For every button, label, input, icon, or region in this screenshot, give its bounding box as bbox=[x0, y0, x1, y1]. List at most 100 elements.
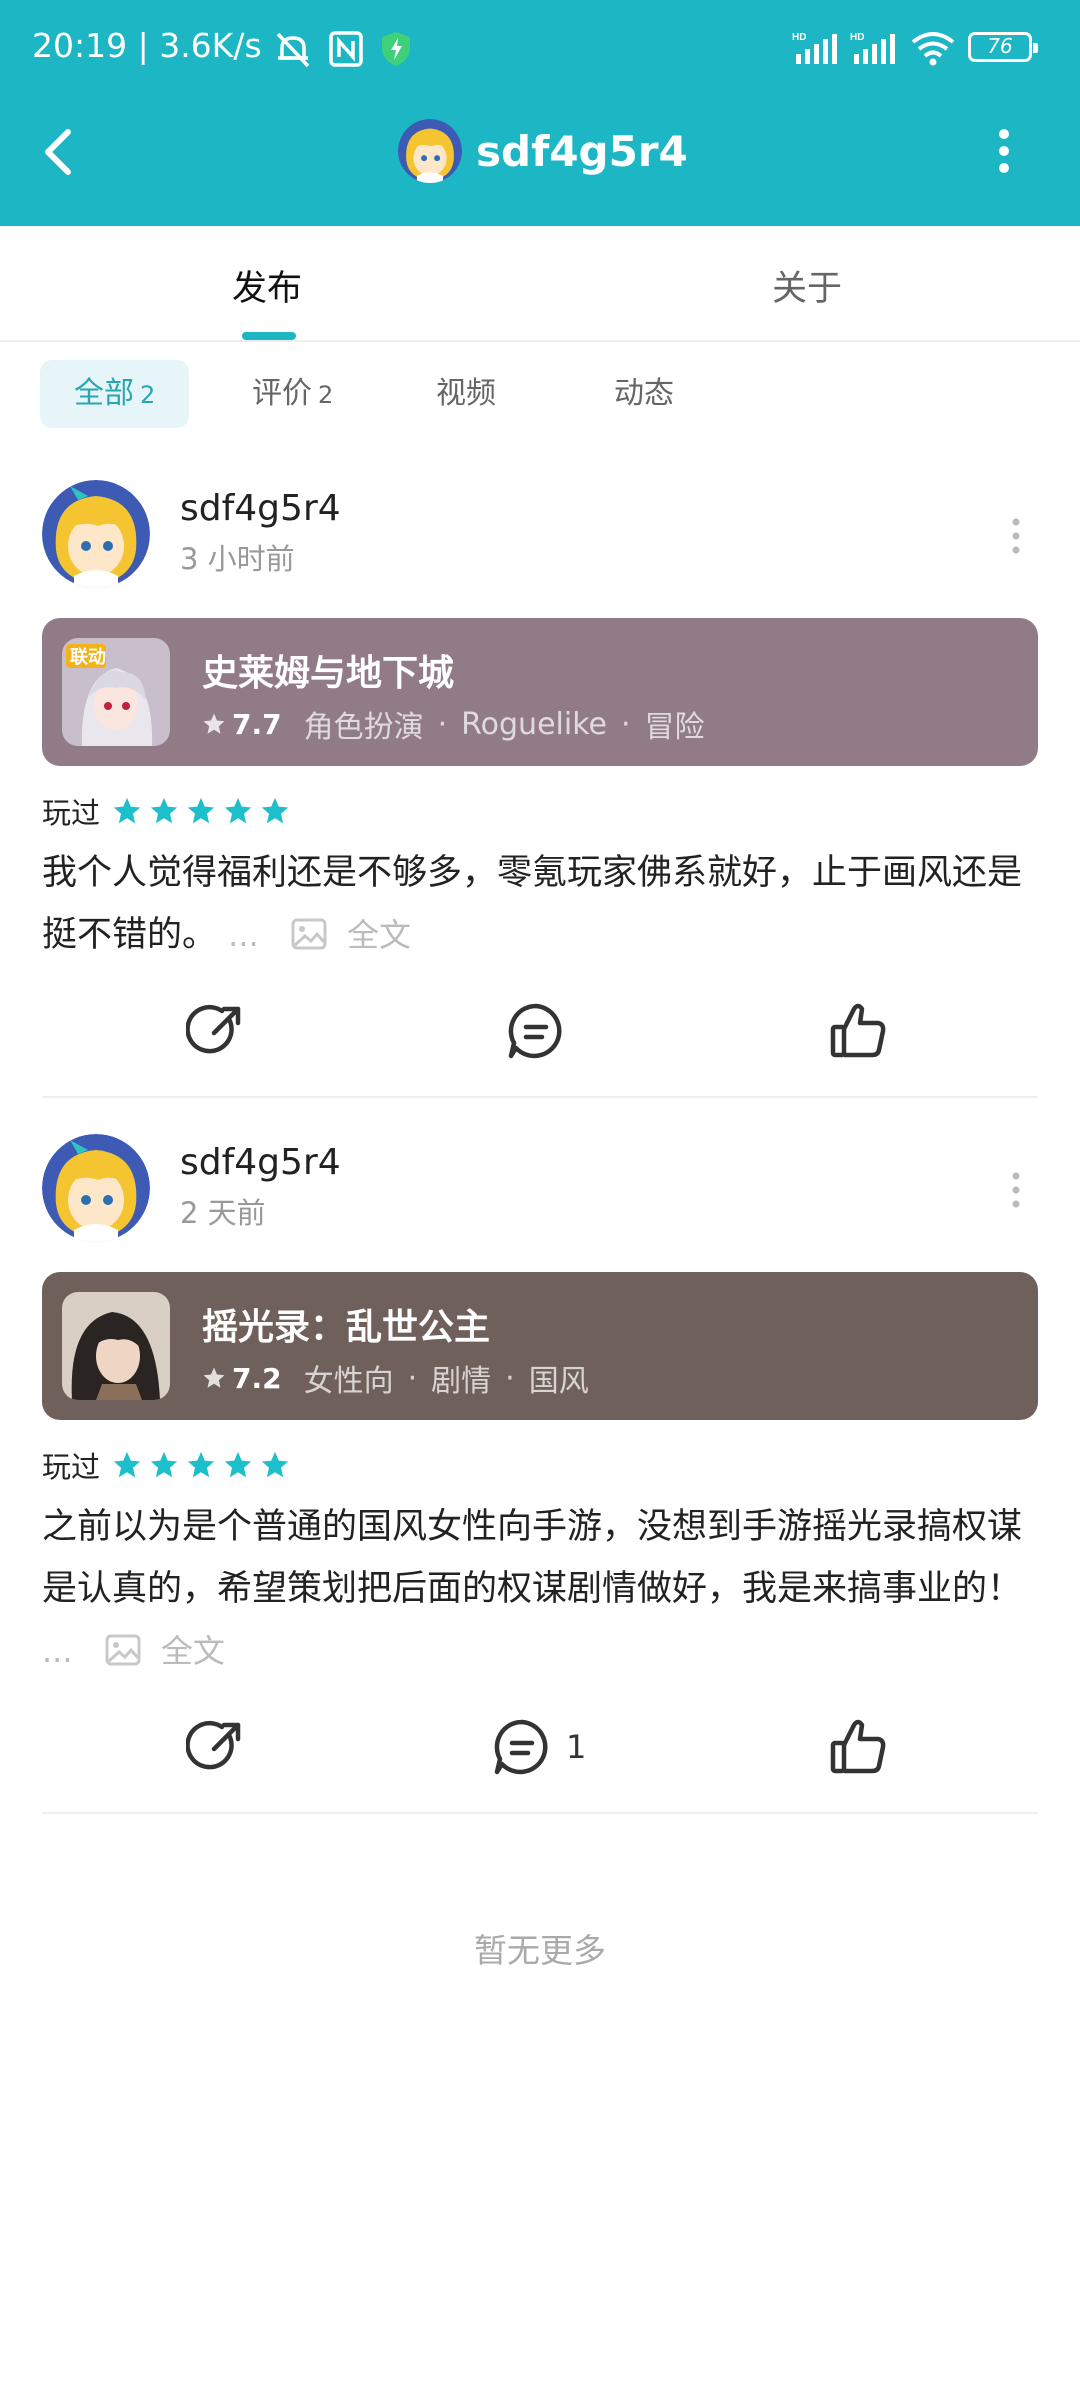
game-tag: 角色扮演 bbox=[303, 710, 424, 745]
avatar[interactable] bbox=[398, 119, 462, 183]
security-shield-icon bbox=[382, 32, 410, 66]
divider bbox=[42, 1812, 1038, 1814]
score-star-icon bbox=[203, 713, 225, 734]
star-icon bbox=[150, 1451, 178, 1478]
filter-reviews-count: 2 bbox=[318, 381, 334, 409]
game-tag: 女性向 bbox=[303, 1364, 394, 1399]
post-actions: 1 bbox=[0, 1712, 1080, 1782]
filter-videos[interactable]: 视频 bbox=[402, 360, 530, 428]
profile-tabs: 发布 关于 bbox=[0, 226, 1080, 342]
star-icon bbox=[224, 1451, 252, 1478]
filter-moments-label: 动态 bbox=[614, 376, 674, 411]
page-title: sdf4g5r4 bbox=[476, 126, 688, 176]
share-button[interactable] bbox=[186, 1712, 246, 1782]
post-more-icon[interactable] bbox=[1008, 516, 1024, 556]
review-body: 之前以为是个普通的国风女性向手游，没想到手游摇光录搞权谋是认真的，希望策划把后面… bbox=[42, 1507, 1023, 1609]
no-more-text: 暂无更多 bbox=[474, 1931, 606, 1970]
rating-row: 玩过 bbox=[42, 1444, 297, 1486]
divider bbox=[42, 1096, 1038, 1098]
game-meta: 7.2 女性向 · 剧情 · 国风 bbox=[202, 1356, 589, 1400]
status-bar: 20:19 | 3.6K/s HD HD 76 bbox=[0, 0, 1080, 96]
share-button[interactable] bbox=[186, 996, 246, 1066]
filter-moments[interactable]: 动态 bbox=[580, 360, 708, 428]
game-card[interactable]: 摇光录：乱世公主 7.2 女性向 · 剧情 · 国风 bbox=[42, 1272, 1038, 1420]
filter-videos-label: 视频 bbox=[436, 376, 496, 411]
filter-reviews[interactable]: 评价 2 bbox=[218, 360, 367, 428]
battery-indicator: 76 bbox=[968, 32, 1038, 62]
game-name: 史莱姆与地下城 bbox=[202, 653, 455, 694]
mute-icon bbox=[276, 32, 310, 68]
rating-row: 玩过 bbox=[42, 790, 297, 832]
post-time: 3 小时前 bbox=[180, 542, 295, 576]
avatar[interactable] bbox=[42, 1134, 150, 1242]
game-icon: 联动 bbox=[62, 638, 170, 746]
played-label: 玩过 bbox=[42, 796, 101, 830]
star-icon bbox=[261, 797, 289, 824]
svg-text:HD: HD bbox=[792, 32, 806, 43]
game-tag: Roguelike bbox=[461, 706, 607, 742]
game-tag: 剧情 bbox=[431, 1364, 492, 1399]
tab-publish[interactable]: 发布 bbox=[232, 260, 302, 311]
played-label: 玩过 bbox=[42, 1450, 101, 1484]
star-icon bbox=[113, 797, 141, 824]
filter-all-label: 全部 bbox=[74, 376, 134, 411]
thumbs-up-icon bbox=[830, 1719, 886, 1774]
signal-hd-icon-2: HD bbox=[850, 32, 895, 64]
svg-text:HD: HD bbox=[850, 32, 864, 43]
avatar[interactable] bbox=[42, 480, 150, 588]
comment-icon bbox=[494, 1719, 548, 1775]
back-arrow-icon[interactable] bbox=[38, 126, 78, 178]
post-card: sdf4g5r4 2 天前 摇光录：乱世公主 7.2 女性向 · 剧情 · 国风… bbox=[0, 1132, 1080, 1822]
signal-hd-icon: HD bbox=[792, 32, 837, 64]
active-tab-indicator bbox=[242, 332, 296, 340]
ellipsis: ... bbox=[42, 1632, 73, 1670]
game-tag: 国风 bbox=[528, 1364, 589, 1399]
thumbs-up-icon bbox=[830, 1003, 886, 1058]
tab-about[interactable]: 关于 bbox=[772, 260, 842, 311]
nfc-icon bbox=[329, 31, 363, 67]
score-star-icon bbox=[203, 1367, 225, 1388]
full-text-label: 全文 bbox=[160, 1632, 225, 1670]
share-icon bbox=[186, 1004, 241, 1054]
filter-bar: 全部 2 评价 2 视频 动态 bbox=[0, 358, 1080, 430]
game-score: 7.2 bbox=[232, 1361, 282, 1395]
more-vertical-icon[interactable] bbox=[994, 126, 1014, 176]
wifi-icon bbox=[911, 32, 955, 66]
star-icon bbox=[150, 797, 178, 824]
star-icon bbox=[113, 1451, 141, 1478]
like-button[interactable] bbox=[828, 1712, 888, 1782]
author-name[interactable]: sdf4g5r4 bbox=[180, 1142, 341, 1183]
author-name[interactable]: sdf4g5r4 bbox=[180, 488, 341, 529]
star-icon bbox=[187, 1451, 215, 1478]
read-more-link[interactable]: ... 全文 bbox=[42, 1632, 225, 1670]
read-more-link[interactable]: ... 全文 bbox=[228, 916, 411, 954]
star-icon bbox=[224, 797, 252, 824]
review-text[interactable]: 之前以为是个普通的国风女性向手游，没想到手游摇光录搞权谋是认真的，希望策划把后面… bbox=[42, 1496, 1042, 1682]
post-more-icon[interactable] bbox=[1008, 1170, 1024, 1210]
game-icon bbox=[62, 1292, 170, 1400]
comment-count: 1 bbox=[566, 1728, 587, 1766]
tag-separator: · bbox=[407, 1360, 418, 1396]
comment-button[interactable] bbox=[506, 996, 566, 1066]
review-body: 我个人觉得福利还是不够多，零氪玩家佛系就好，止于画风还是挺不错的。 bbox=[42, 853, 1023, 955]
game-card[interactable]: 联动 史莱姆与地下城 7.7 角色扮演 · Roguelike · 冒险 bbox=[42, 618, 1038, 766]
comment-button[interactable]: 1 bbox=[492, 1712, 586, 1782]
tag-separator: · bbox=[620, 706, 631, 742]
tag-separator: · bbox=[437, 706, 448, 742]
game-score: 7.7 bbox=[232, 707, 282, 741]
svg-text:联动: 联动 bbox=[70, 647, 106, 668]
game-name: 摇光录：乱世公主 bbox=[202, 1307, 491, 1348]
game-tag: 冒险 bbox=[644, 710, 705, 745]
filter-all[interactable]: 全部 2 bbox=[40, 360, 190, 428]
post-time: 2 天前 bbox=[180, 1196, 266, 1230]
like-button[interactable] bbox=[828, 996, 888, 1066]
post-card: sdf4g5r4 3 小时前 联动 史莱姆与地下城 7.7 角色扮演 · Rog… bbox=[0, 478, 1080, 1098]
tag-separator: · bbox=[505, 1360, 515, 1396]
image-icon bbox=[105, 1634, 141, 1666]
post-actions bbox=[0, 996, 1080, 1066]
status-time: 20:19 | 3.6K/s bbox=[32, 26, 262, 65]
review-text[interactable]: 我个人觉得福利还是不够多，零氪玩家佛系就好，止于画风还是挺不错的。 ... 全文 bbox=[42, 842, 1042, 966]
profile-header: sdf4g5r4 bbox=[398, 118, 688, 184]
star-icon bbox=[187, 797, 215, 824]
share-icon bbox=[186, 1720, 241, 1770]
